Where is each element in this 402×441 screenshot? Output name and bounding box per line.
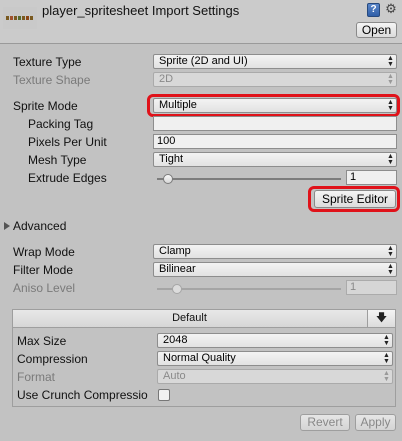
pixels-per-unit-label: Pixels Per Unit <box>28 135 107 149</box>
compression-label: Compression <box>17 352 88 366</box>
extrude-edges-slider-track[interactable] <box>157 178 341 180</box>
spritesheet-thumbnail <box>3 7 37 29</box>
format-value: Auto <box>163 370 186 382</box>
dropdown-arrows-icon: ▲ ▼ <box>383 370 390 383</box>
packing-tag-input[interactable] <box>153 116 397 131</box>
sprite-editor-button[interactable]: Sprite Editor <box>314 190 396 208</box>
texture-type-dropdown[interactable]: Sprite (2D and UI) ▲ ▼ <box>153 54 397 69</box>
texture-shape-label: Texture Shape <box>13 73 91 87</box>
wrap-mode-value: Clamp <box>159 245 191 257</box>
extrude-edges-slider-thumb[interactable] <box>162 174 173 184</box>
filter-mode-dropdown[interactable]: Bilinear ▲ ▼ <box>153 262 397 277</box>
dropdown-arrows-icon: ▲ ▼ <box>387 245 394 258</box>
mesh-type-dropdown[interactable]: Tight ▲ ▼ <box>153 152 397 167</box>
dropdown-arrows-icon: ▲ ▼ <box>387 55 394 68</box>
mesh-type-label: Mesh Type <box>28 153 87 167</box>
extrude-edges-label: Extrude Edges <box>28 171 107 185</box>
dropdown-arrows-icon: ▲ ▼ <box>387 153 394 166</box>
texture-type-value: Sprite (2D and UI) <box>159 55 248 67</box>
crunch-compression-checkbox[interactable] <box>158 389 170 401</box>
format-dropdown: Auto ▲ ▼ <box>157 369 393 384</box>
tab-default[interactable]: Default <box>12 312 367 324</box>
wrap-mode-dropdown[interactable]: Clamp ▲ ▼ <box>153 244 397 259</box>
aniso-level-label: Aniso Level <box>13 281 76 295</box>
download-icon[interactable]: 🡇 <box>367 310 395 327</box>
compression-dropdown[interactable]: Normal Quality ▲ ▼ <box>157 351 393 366</box>
filter-mode-label: Filter Mode <box>13 263 74 277</box>
format-label: Format <box>17 370 56 384</box>
apply-button[interactable]: Apply <box>355 414 396 431</box>
aniso-level-slider-track <box>157 288 341 290</box>
aniso-level-input: 1 <box>346 280 397 295</box>
mesh-type-value: Tight <box>159 153 184 165</box>
page-title: player_spritesheet Import Settings <box>42 3 240 18</box>
wrap-mode-label: Wrap Mode <box>13 245 75 259</box>
dropdown-arrows-icon: ▲ ▼ <box>387 73 394 86</box>
sprite-mode-label: Sprite Mode <box>13 99 78 113</box>
texture-type-label: Texture Type <box>13 55 82 69</box>
advanced-foldout-label[interactable]: Advanced <box>13 219 66 233</box>
filter-mode-value: Bilinear <box>159 263 196 275</box>
max-size-dropdown[interactable]: 2048 ▲ ▼ <box>157 333 393 348</box>
max-size-value: 2048 <box>163 334 188 346</box>
aniso-level-slider-thumb <box>171 284 182 294</box>
sprite-mode-highlight <box>147 94 400 117</box>
gear-icon[interactable]: ⚙ <box>384 2 398 16</box>
extrude-edges-input[interactable]: 1 <box>346 170 397 185</box>
open-button[interactable]: Open <box>356 22 397 38</box>
texture-shape-value: 2D <box>159 73 174 85</box>
dropdown-arrows-icon: ▲ ▼ <box>383 334 390 347</box>
dropdown-arrows-icon: ▲ ▼ <box>387 263 394 276</box>
pixels-per-unit-input[interactable]: 100 <box>153 134 397 149</box>
packing-tag-label: Packing Tag <box>28 117 94 131</box>
help-icon[interactable]: ? <box>367 3 380 17</box>
advanced-foldout-arrow-icon[interactable] <box>4 222 10 230</box>
dropdown-arrows-icon: ▲ ▼ <box>383 352 390 365</box>
compression-value: Normal Quality <box>163 352 236 364</box>
texture-shape-dropdown: 2D ▲ ▼ <box>153 72 397 87</box>
revert-button[interactable]: Revert <box>300 414 350 431</box>
max-size-label: Max Size <box>17 334 67 348</box>
crunch-compression-label: Use Crunch Compressio <box>17 388 148 402</box>
